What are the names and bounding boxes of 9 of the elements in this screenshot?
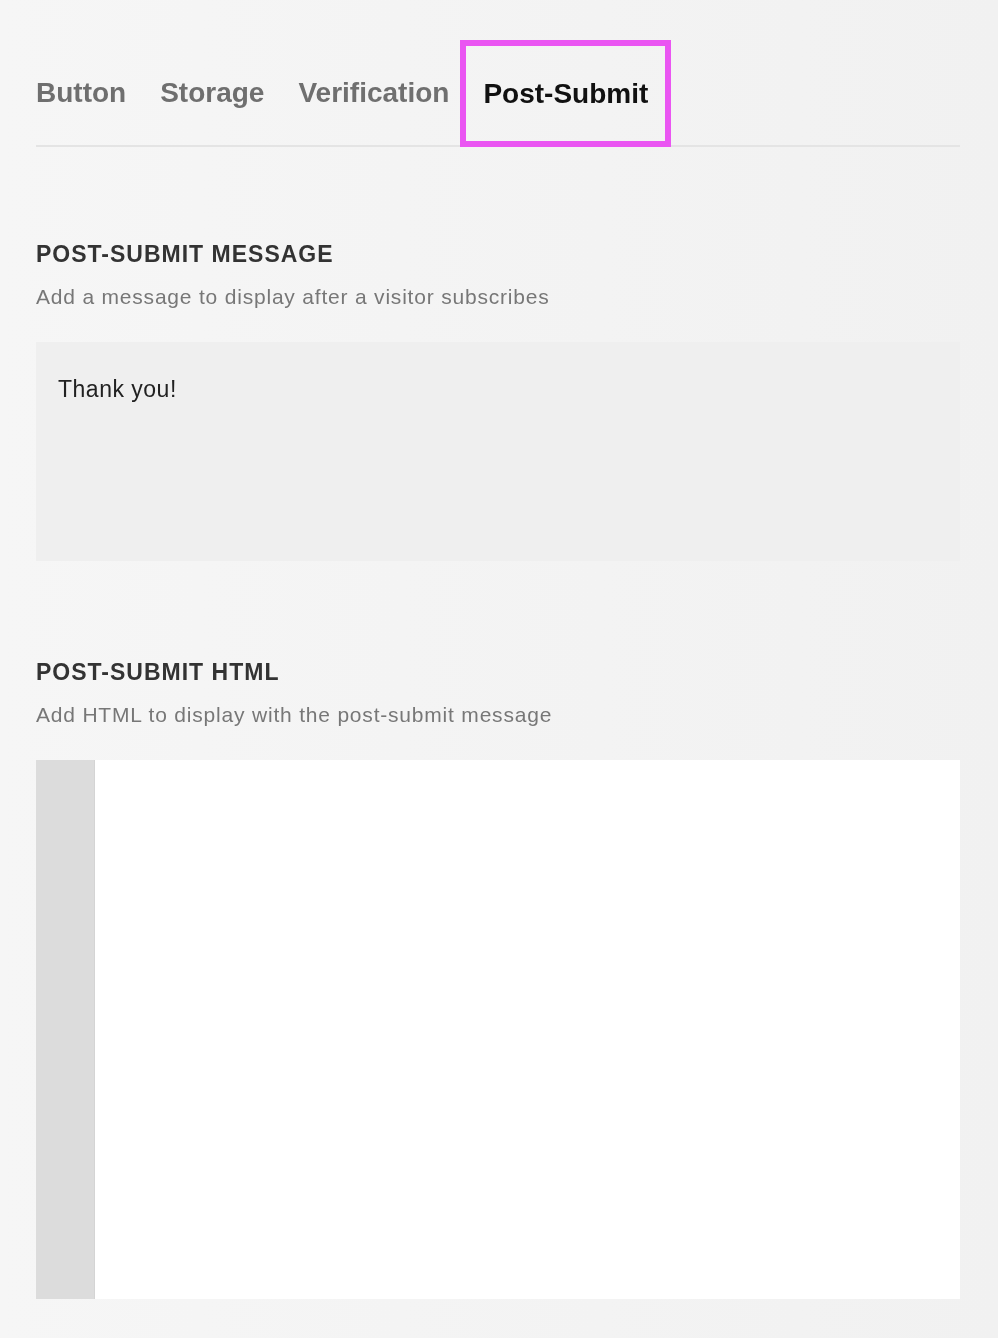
html-code-editor[interactable] [36, 760, 960, 1299]
tab[interactable]: Storage [160, 40, 265, 145]
tab[interactable]: Post-Submit [460, 40, 672, 147]
tab[interactable]: Button [36, 40, 127, 145]
section-description: Add HTML to display with the post-submit message [36, 703, 553, 727]
tab[interactable]: Verification [298, 40, 450, 145]
section-heading: POST-SUBMIT MESSAGE [36, 240, 334, 268]
section-description: Add a message to display after a visitor subscribes [36, 285, 550, 309]
section-heading: POST-SUBMIT HTML [36, 658, 280, 686]
